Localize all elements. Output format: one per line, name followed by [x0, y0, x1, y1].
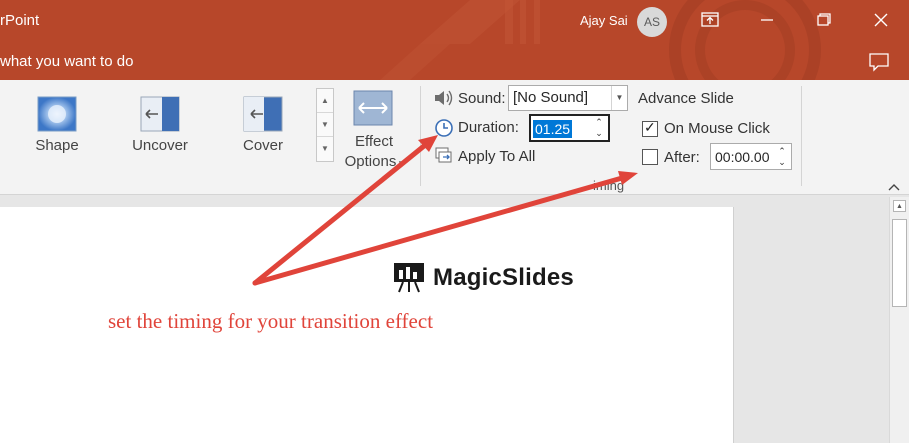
scroll-thumb[interactable]: [892, 219, 907, 307]
title-bar: rPoint Ajay Sai AS: [0, 0, 909, 44]
tell-me-search[interactable]: what you want to do: [0, 53, 133, 70]
restore-button[interactable]: [808, 6, 838, 34]
after-time-spinner[interactable]: ⌃ ⌄: [775, 146, 789, 168]
gallery-scroll-up[interactable]: ▲: [317, 89, 333, 113]
minimize-icon: [761, 19, 773, 21]
comment-icon: [869, 53, 889, 72]
gallery-scroll-down[interactable]: ▼: [317, 113, 333, 137]
after-checkbox[interactable]: [642, 149, 658, 165]
speaker-icon: [435, 90, 453, 106]
gallery-item-label: Shape: [35, 137, 79, 154]
on-mouse-click-checkbox[interactable]: ✓: [642, 119, 658, 137]
transition-gallery: Shape Uncover Cover: [0, 86, 318, 162]
gallery-item-label: Uncover: [132, 137, 188, 154]
duration-input[interactable]: 01.25 ⌃ ⌄: [529, 114, 610, 142]
restore-icon: [817, 13, 831, 26]
tell-bar-decoration: [380, 44, 821, 80]
gallery-item-label: Cover: [242, 137, 283, 154]
timing-group-label: iming: [593, 178, 625, 193]
after-time-input[interactable]: 00:00.00 ⌃ ⌄: [710, 143, 792, 170]
transition-shape[interactable]: Shape: [17, 86, 97, 162]
chevron-down-icon: ▾: [396, 158, 404, 168]
ribbon-display-icon: [701, 12, 719, 27]
effect-options-icon: [353, 90, 393, 126]
magicslides-logo-icon: [394, 263, 424, 293]
magicslides-logo-text: MagicSlides: [433, 264, 574, 291]
scroll-up-button[interactable]: ▲: [893, 200, 906, 212]
minimize-button[interactable]: [752, 6, 782, 34]
apply-to-all-icon: [435, 147, 452, 163]
after-time-value: 00:00.00: [715, 149, 770, 165]
effect-label-line1: Effect: [354, 133, 394, 150]
sound-label: Sound:: [458, 90, 506, 107]
chevron-down-icon[interactable]: ▼: [611, 86, 627, 110]
duration-value: 01.25: [533, 120, 573, 138]
shape-transition-icon: [37, 96, 77, 132]
effect-label-line2: Options: [344, 153, 397, 170]
sound-value: [No Sound]: [513, 89, 589, 106]
duration-spinner[interactable]: ⌃ ⌄: [592, 117, 606, 139]
uncover-transition-icon: [140, 96, 180, 132]
chevron-up-icon: [888, 184, 900, 191]
gallery-more-button[interactable]: ▼: [317, 137, 333, 161]
advance-slide-title: Advance Slide: [638, 90, 734, 107]
collapse-ribbon-button[interactable]: [885, 180, 903, 194]
avatar[interactable]: AS: [637, 7, 667, 37]
ribbon-separator: [420, 86, 421, 186]
ribbon-separator: [801, 86, 802, 186]
after-label: After:: [664, 149, 700, 166]
app-title: rPoint: [0, 12, 40, 29]
effect-options-label: Effect Options ▾: [338, 132, 410, 173]
user-name[interactable]: Ajay Sai: [580, 13, 628, 28]
cover-transition-icon: [243, 96, 283, 132]
apply-to-all-button[interactable]: Apply To All: [458, 148, 535, 165]
gallery-scroll[interactable]: ▲ ▼ ▼: [316, 88, 334, 162]
checkmark-icon: ✓: [644, 119, 656, 135]
close-button[interactable]: [866, 6, 896, 34]
duration-label: Duration:: [458, 119, 519, 136]
transition-uncover[interactable]: Uncover: [120, 86, 200, 162]
clock-icon: [435, 119, 453, 137]
comments-button[interactable]: [866, 51, 892, 73]
transition-cover[interactable]: Cover: [223, 86, 303, 162]
ribbon-display-options-button[interactable]: [695, 6, 725, 34]
annotation-caption: set the timing for your transition effec…: [108, 309, 434, 333]
vertical-scrollbar[interactable]: ▲: [889, 197, 909, 443]
close-icon: [874, 13, 888, 27]
sound-dropdown[interactable]: [No Sound] ▼: [508, 85, 628, 111]
tell-me-bar: what you want to do: [0, 44, 909, 80]
on-mouse-click-label: On Mouse Click: [664, 120, 770, 137]
effect-options-button[interactable]: Effect Options ▾: [338, 88, 410, 174]
